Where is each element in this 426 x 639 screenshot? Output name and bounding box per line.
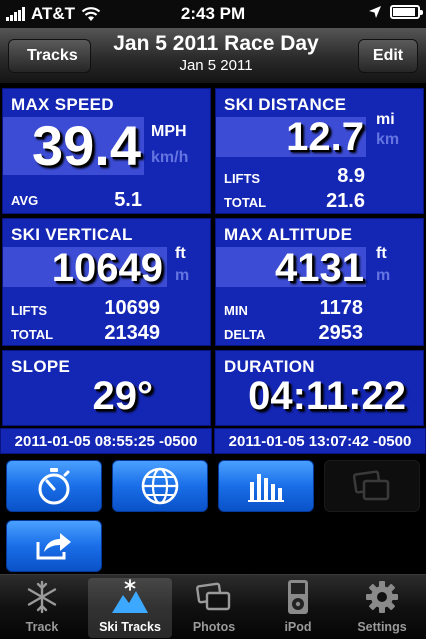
location-arrow-icon [369, 6, 381, 18]
avg-speed-label: AVG [11, 193, 39, 208]
duration-value: 04:11:22 [248, 374, 406, 418]
back-button-tracks[interactable]: Tracks [8, 39, 91, 73]
gear-icon [366, 581, 398, 613]
ski-vertical-value: 10649 [51, 246, 163, 290]
distance-lifts-label: LIFTS [224, 171, 261, 186]
ski-tracks-icon [112, 579, 148, 613]
ski-vertical-unit-ft[interactable]: ft [175, 245, 186, 263]
ski-distance-unit-km[interactable]: km [376, 131, 399, 149]
tab-ipod-label: iPod [284, 620, 312, 634]
ski-vertical-panel[interactable]: SKI VERTICAL 10649 ft m LIFTS 10699 TOTA… [2, 218, 211, 346]
tab-ski-tracks[interactable]: Ski Tracks [88, 578, 172, 638]
bar-chart-icon [248, 474, 284, 502]
end-time: 2011-01-05 13:07:42 -0500 [228, 432, 412, 450]
max-speed-unit-mph[interactable]: MPH [151, 123, 187, 141]
map-globe-button[interactable] [112, 460, 208, 512]
max-speed-panel[interactable]: MAX SPEED 39.4 MPH km/h AVG 5.1 [2, 88, 211, 214]
vertical-lifts-label: LIFTS [11, 303, 48, 318]
ski-distance-unit-mi[interactable]: mi [376, 111, 395, 129]
stopwatch-icon [38, 468, 70, 505]
navigation-bar: Tracks Jan 5 2011 Race Day Jan 5 2011 Ed… [0, 28, 426, 84]
altitude-min-value: 1178 [319, 297, 363, 319]
start-time-bar: 2011-01-05 08:55:25 -0500 [0, 428, 212, 454]
share-button[interactable] [6, 520, 102, 572]
status-bar: AT&T 2:43 PM [0, 0, 426, 28]
stopwatch-button[interactable] [6, 460, 102, 512]
globe-icon [141, 467, 179, 505]
tab-settings-label: Settings [357, 620, 407, 634]
tab-settings[interactable]: Settings [340, 578, 424, 638]
nav-title-block: Jan 5 2011 Race Day Jan 5 2011 [88, 32, 344, 74]
photos-tab-icon [196, 582, 231, 611]
max-altitude-label: MAX ALTITUDE [224, 225, 353, 244]
ski-distance-value: 12.7 [286, 115, 364, 159]
vertical-total-value: 21349 [104, 322, 160, 344]
start-time: 2011-01-05 08:55:25 -0500 [14, 432, 198, 450]
max-speed-unit-kmh[interactable]: km/h [151, 149, 188, 167]
ski-distance-label: SKI DISTANCE [224, 95, 347, 114]
duration-panel[interactable]: DURATION 04:11:22 [215, 350, 424, 426]
vertical-total-label: TOTAL [11, 327, 54, 342]
distance-lifts-value: 8.9 [337, 165, 365, 187]
end-time-bar: 2011-01-05 13:07:42 -0500 [214, 428, 426, 454]
distance-total-value: 21.6 [326, 190, 365, 212]
photos-icon [352, 470, 390, 501]
max-speed-label: MAX SPEED [11, 95, 114, 114]
altitude-min-label: MIN [224, 303, 248, 318]
edit-button[interactable]: Edit [358, 39, 418, 73]
slope-value: 29° [92, 374, 154, 418]
distance-total-label: TOTAL [224, 195, 267, 210]
page-title: Jan 5 2011 Race Day [113, 32, 319, 55]
max-altitude-panel[interactable]: MAX ALTITUDE 4131 ft m MIN 1178 DELTA 29… [215, 218, 424, 346]
ski-vertical-unit-m[interactable]: m [175, 267, 189, 285]
ski-distance-panel[interactable]: SKI DISTANCE 12.7 mi km LIFTS 8.9 TOTAL … [215, 88, 424, 214]
altitude-delta-label: DELTA [224, 327, 266, 342]
altitude-delta-value: 2953 [318, 322, 364, 344]
tab-bar: Track Ski Tracks Photos iPod Settings [0, 574, 426, 639]
status-right [368, 5, 423, 19]
max-speed-value: 39.4 [32, 114, 141, 177]
max-altitude-unit-m[interactable]: m [376, 267, 390, 285]
avg-speed-value: 5.1 [114, 189, 142, 211]
tab-photos-label: Photos [192, 620, 236, 634]
tab-track[interactable]: Track [0, 578, 84, 638]
slope-panel[interactable]: SLOPE 29° [2, 350, 211, 426]
tab-track-label: Track [25, 620, 59, 634]
ipod-icon [288, 580, 308, 614]
photos-button-disabled [324, 460, 420, 512]
page-subtitle: Jan 5 2011 [179, 57, 253, 74]
max-altitude-value: 4131 [275, 246, 364, 290]
tab-ipod[interactable]: iPod [256, 578, 340, 638]
clock: 2:43 PM [180, 4, 246, 23]
chart-button[interactable] [218, 460, 314, 512]
tab-photos[interactable]: Photos [172, 578, 256, 638]
back-button-label: Tracks [27, 47, 78, 64]
tab-ski-tracks-label: Ski Tracks [99, 620, 161, 634]
vertical-lifts-value: 10699 [104, 297, 160, 319]
share-icon [36, 533, 71, 560]
max-altitude-unit-ft[interactable]: ft [376, 245, 387, 263]
snowflake-icon [27, 580, 57, 614]
battery-icon [390, 5, 423, 19]
ski-vertical-label: SKI VERTICAL [11, 225, 133, 244]
